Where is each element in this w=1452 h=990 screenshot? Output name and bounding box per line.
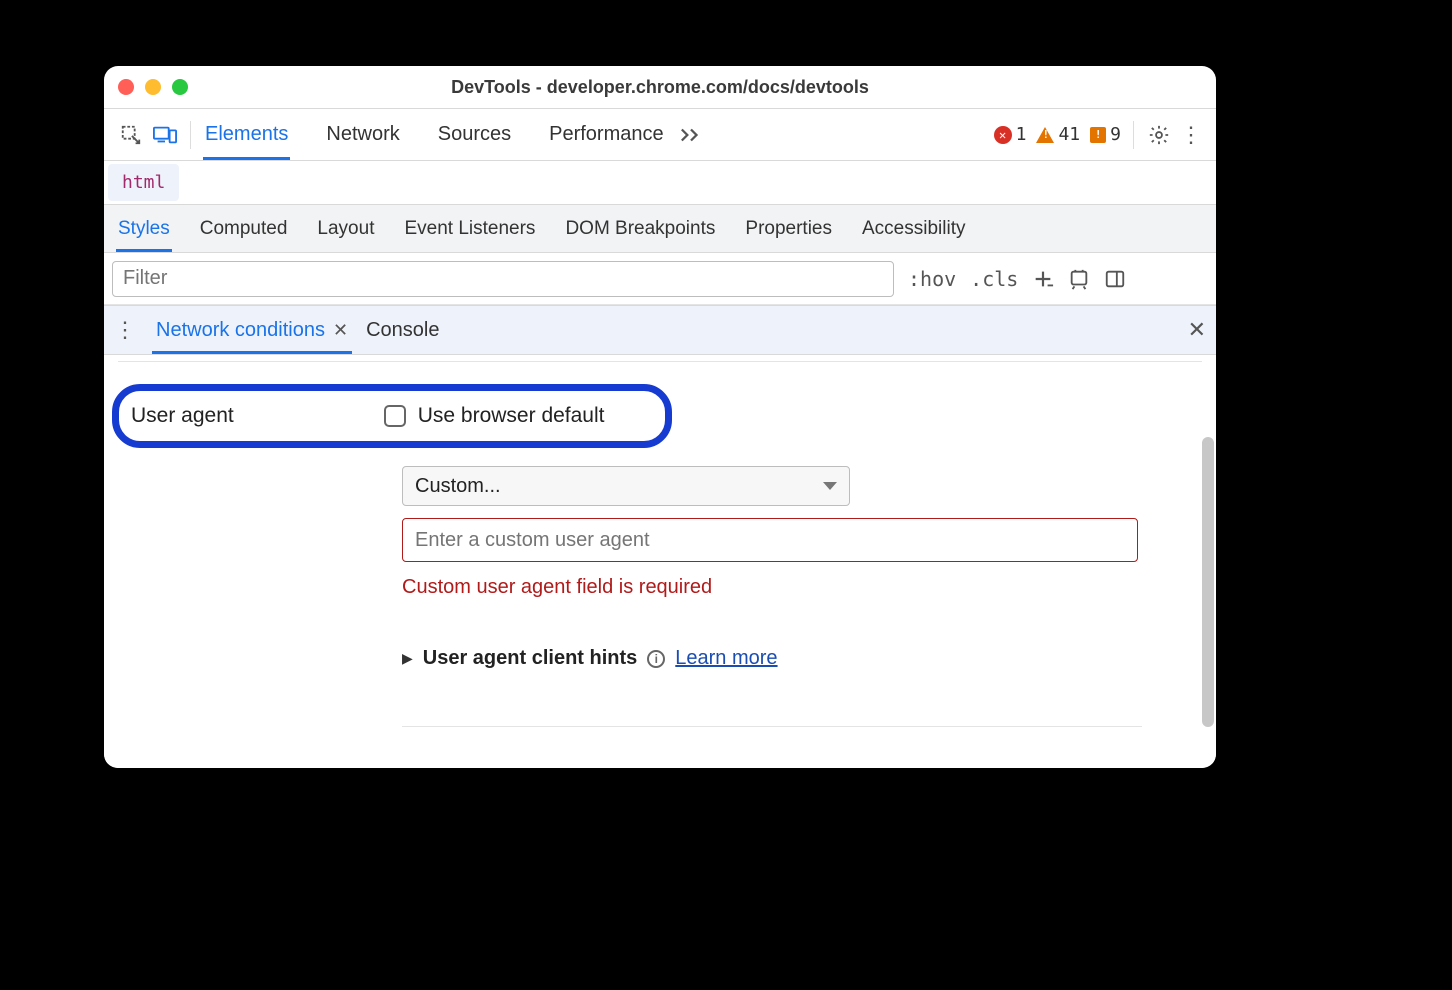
main-toolbar: Elements Network Sources Performance ✕ 1… <box>104 109 1216 161</box>
subtab-layout[interactable]: Layout <box>317 205 374 252</box>
cls-toggle[interactable]: .cls <box>970 267 1018 291</box>
status-badges: ✕ 1 41 ! 9 <box>994 124 1121 145</box>
toolbar-divider <box>1133 121 1134 149</box>
issues-badge[interactable]: ! 9 <box>1090 124 1121 145</box>
main-tabs: Elements Network Sources Performance <box>203 109 666 160</box>
warnings-badge[interactable]: 41 <box>1036 124 1080 145</box>
new-style-rule-icon[interactable] <box>1032 268 1054 290</box>
tab-elements[interactable]: Elements <box>203 109 290 160</box>
user-agent-select-value: Custom... <box>415 475 501 498</box>
error-icon: ✕ <box>994 126 1012 144</box>
styles-filter-input[interactable] <box>112 261 894 297</box>
learn-more-link[interactable]: Learn more <box>675 647 777 670</box>
network-throttling-row: Network throttling No throttling <box>118 355 1202 362</box>
tab-performance[interactable]: Performance <box>547 109 666 160</box>
subtab-properties[interactable]: Properties <box>745 205 832 252</box>
device-toggle-icon[interactable] <box>152 122 178 148</box>
close-drawer-icon[interactable]: ✕ <box>1188 317 1206 343</box>
drawer-scrollbar-thumb[interactable] <box>1202 437 1214 727</box>
inspect-icon[interactable] <box>118 122 144 148</box>
titlebar: DevTools - developer.chrome.com/docs/dev… <box>104 66 1216 109</box>
close-window-button[interactable] <box>118 79 134 95</box>
traffic-lights <box>118 79 188 95</box>
tab-network[interactable]: Network <box>324 109 401 160</box>
user-agent-label: User agent <box>131 404 234 428</box>
info-icon[interactable]: i <box>647 650 665 668</box>
user-agent-select[interactable]: Custom... <box>402 466 850 506</box>
drawer-scrollbar[interactable] <box>1200 355 1216 768</box>
section-separator <box>402 726 1142 727</box>
warnings-count: 41 <box>1058 124 1080 145</box>
user-agent-controls: Custom... Custom user agent field is req… <box>402 466 1142 727</box>
network-conditions-panel: Network throttling No throttling User ag… <box>104 355 1216 768</box>
chevron-down-icon <box>823 482 837 490</box>
client-hints-row: ▶ User agent client hints i Learn more <box>402 647 1142 670</box>
drawer-tab-network-conditions[interactable]: Network conditions ✕ <box>152 306 352 354</box>
subtab-computed[interactable]: Computed <box>200 205 288 252</box>
use-browser-default-checkbox[interactable]: Use browser default <box>384 404 605 428</box>
disclosure-triangle-icon[interactable]: ▶ <box>402 650 413 667</box>
drawer-tab-label: Network conditions <box>156 319 325 342</box>
drawer-tab-label: Console <box>366 319 439 342</box>
subtab-accessibility[interactable]: Accessibility <box>862 205 965 252</box>
zoom-window-button[interactable] <box>172 79 188 95</box>
user-agent-row: User agent Use browser default <box>118 384 1202 448</box>
issue-icon: ! <box>1090 127 1106 143</box>
styles-filter-row: :hov .cls <box>104 253 1216 305</box>
close-drawer-tab-icon[interactable]: ✕ <box>333 320 348 341</box>
toolbar-divider <box>190 121 191 149</box>
breadcrumb-html[interactable]: html <box>108 164 179 201</box>
toggle-sidebar-icon[interactable] <box>1104 268 1126 290</box>
devtools-window: DevTools - developer.chrome.com/docs/dev… <box>104 66 1216 768</box>
subtab-styles[interactable]: Styles <box>118 205 170 252</box>
use-browser-default-label: Use browser default <box>418 404 605 428</box>
window-title: DevTools - developer.chrome.com/docs/dev… <box>104 77 1216 98</box>
errors-count: 1 <box>1016 124 1027 145</box>
subtab-event-listeners[interactable]: Event Listeners <box>404 205 535 252</box>
computed-styles-icon[interactable] <box>1068 268 1090 290</box>
checkbox-box-icon <box>384 405 406 427</box>
issues-count: 9 <box>1110 124 1121 145</box>
user-agent-error: Custom user agent field is required <box>402 576 1142 599</box>
hov-toggle[interactable]: :hov <box>908 267 956 291</box>
user-agent-highlight: User agent Use browser default <box>112 384 672 448</box>
styles-subtabs: Styles Computed Layout Event Listeners D… <box>104 205 1216 253</box>
dom-breadcrumbs: html <box>104 161 1216 205</box>
warning-icon <box>1036 127 1054 143</box>
client-hints-label: User agent client hints <box>423 647 638 670</box>
custom-user-agent-input[interactable] <box>402 518 1138 562</box>
subtab-dom-breakpoints[interactable]: DOM Breakpoints <box>565 205 715 252</box>
settings-gear-icon[interactable] <box>1146 122 1172 148</box>
more-tabs-chevron-icon[interactable] <box>680 127 702 143</box>
drawer-tab-console[interactable]: Console <box>362 306 443 354</box>
minimize-window-button[interactable] <box>145 79 161 95</box>
drawer-tabbar: ⋮ Network conditions ✕ Console ✕ <box>104 305 1216 355</box>
tab-sources[interactable]: Sources <box>436 109 513 160</box>
errors-badge[interactable]: ✕ 1 <box>994 124 1027 145</box>
